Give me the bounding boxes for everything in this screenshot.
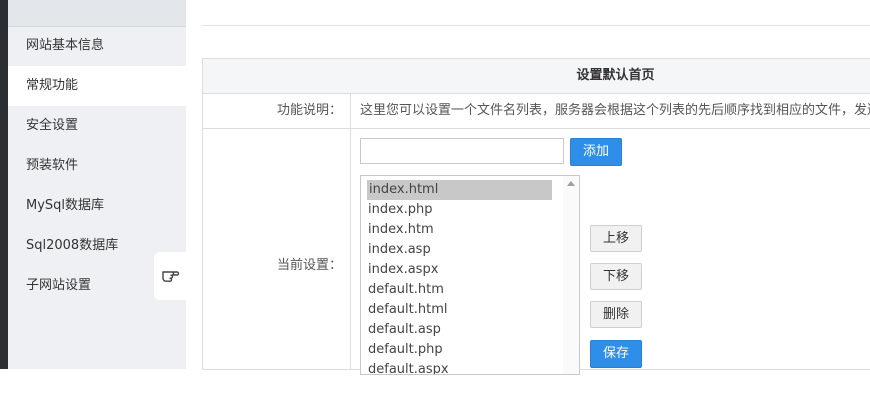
desc-label: 功能说明： [203,94,351,128]
list-item[interactable]: default.php [361,340,579,360]
list-item[interactable]: index.htm [361,220,579,240]
delete-button[interactable]: 删除 [590,301,642,328]
scroll-up-arrow-icon[interactable] [567,181,575,186]
list-item[interactable]: index.aspx [361,260,579,280]
table-row: 当前设置： 添加 index.html index.php index.htm … [203,129,870,375]
move-up-button[interactable]: 上移 [590,225,642,252]
divider [202,25,870,26]
list-item[interactable]: default.html [361,300,579,320]
sidebar-item-security[interactable]: 安全设置 [8,106,186,146]
list-item[interactable]: index.html [367,180,552,200]
sidebar-item-mysql[interactable]: MySql数据库 [8,186,186,226]
sidebar-item-general[interactable]: 常规功能 [8,66,186,106]
sidebar: 网站基本信息 常规功能 安全设置 预装软件 MySql数据库 Sql2008数据… [8,0,186,369]
table-title: 设置默认首页 [203,59,870,94]
list-item[interactable]: default.aspx [361,360,579,374]
list-item[interactable]: index.php [361,200,579,220]
list-item[interactable]: default.htm [361,280,579,300]
sidebar-toggle-handle[interactable] [154,252,186,300]
desc-text: 这里您可以设置一个文件名列表，服务器会根据这个列表的先后顺序找到相应的文件，发送 [360,103,870,118]
default-files-list[interactable]: index.html index.php index.htm index.asp… [360,175,580,375]
table-row: 功能说明： 这里您可以设置一个文件名列表，服务器会根据这个列表的先后顺序找到相应… [203,94,870,129]
list-item[interactable]: default.asp [361,320,579,340]
move-down-button[interactable]: 下移 [590,263,642,290]
hand-pointer-icon [160,264,180,288]
default-page-table: 设置默认首页 功能说明： 这里您可以设置一个文件名列表，服务器会根据这个列表的先… [202,58,870,375]
sidebar-header [8,0,186,27]
current-label: 当前设置： [203,129,351,369]
window-edge [0,0,8,369]
list-scrollbar[interactable] [563,176,579,374]
add-button[interactable]: 添加 [570,138,622,166]
list-item[interactable]: index.asp [361,240,579,260]
main-content: 设置默认首页 功能说明： 这里您可以设置一个文件名列表，服务器会根据这个列表的先… [186,0,870,375]
settings-area: 添加 index.html index.php index.htm index.… [351,129,870,375]
sidebar-item-site-info[interactable]: 网站基本信息 [8,26,186,66]
save-button[interactable]: 保存 [590,340,642,368]
sidebar-item-preinstalled-software[interactable]: 预装软件 [8,146,186,186]
filename-input[interactable] [360,138,564,164]
